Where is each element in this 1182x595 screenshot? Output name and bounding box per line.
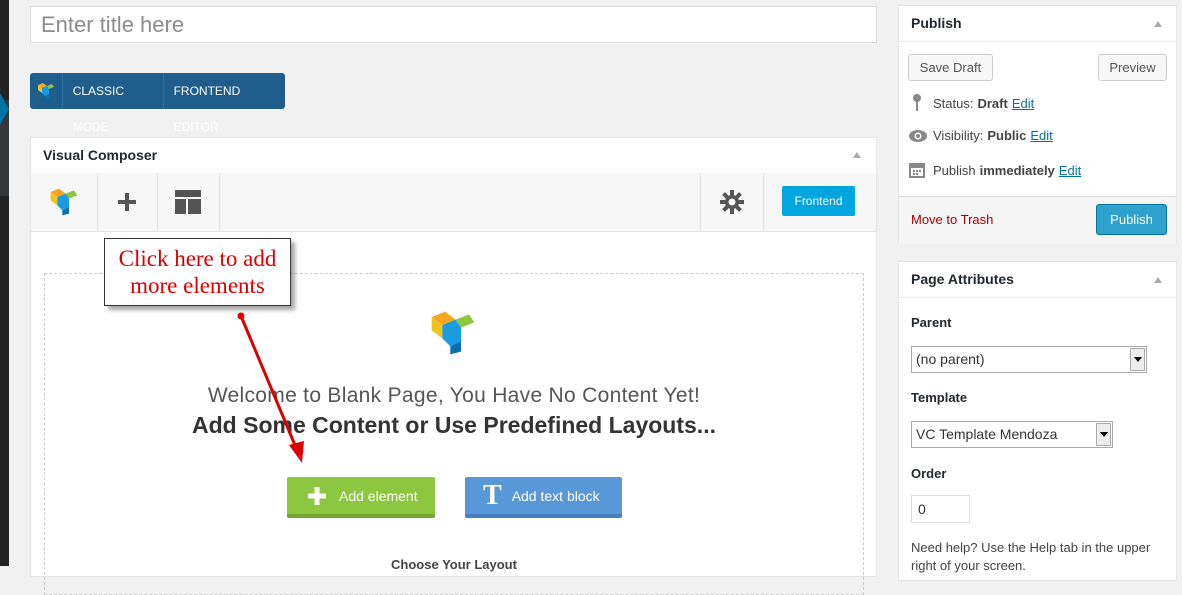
publish-collapse-toggle-icon[interactable] [1154,21,1162,27]
gear-icon [720,190,744,214]
classic-mode-button[interactable]: CLASSIC MODE [61,73,163,134]
vc-logo-icon [431,311,475,355]
vc-toolbar: Frontend [31,173,876,232]
publish-box: Publish Save Draft Preview Status: Draft… [898,5,1177,244]
callout-line-2: more elements [130,273,265,298]
layout-icon [175,190,201,214]
vc-empty-drop-area: Welcome to Blank Page, You Have No Conte… [44,273,864,595]
welcome-subheading: Add Some Content or Use Predefined Layou… [192,412,716,438]
templates-toolbar-button[interactable] [157,173,220,231]
parent-label: Parent [911,315,952,330]
visual-composer-box: Visual Composer Frontend Welcome to Blan… [30,137,877,595]
status-row: Status: Draft Edit [909,94,1034,112]
vc-logo-button[interactable] [31,173,98,231]
vc-box-header: Visual Composer [31,138,876,174]
publish-date-edit-link[interactable]: Edit [1059,163,1081,178]
publish-box-header: Publish [899,6,1176,42]
choose-layout-heading: Choose Your Layout [391,557,517,572]
vc-collapse-toggle-icon[interactable] [853,152,861,158]
frontend-editor-button[interactable]: FRONTEND EDITOR [162,73,285,134]
parent-select[interactable]: (no parent) [911,346,1147,373]
add-element-label: Add element [339,487,418,504]
add-text-block-button[interactable]: T Add text block [465,477,622,518]
welcome-heading: Welcome to Blank Page, You Have No Conte… [207,384,701,407]
move-to-trash-link[interactable]: Move to Trash [911,212,993,227]
callout-arrow [237,312,304,463]
page-attributes-header: Page Attributes [899,262,1176,298]
vc-logo-icon [30,73,62,109]
calendar-icon [909,163,925,178]
add-element-button[interactable]: Add element [287,477,435,518]
pin-icon [913,94,921,111]
settings-toolbar-button[interactable] [700,173,764,231]
page-attributes-title: Page Attributes [911,271,1014,287]
page-attributes-collapse-toggle-icon[interactable] [1154,277,1162,283]
visibility-edit-link[interactable]: Edit [1030,128,1052,143]
plus-icon [308,486,326,505]
preview-button[interactable]: Preview [1098,54,1167,81]
save-draft-button[interactable]: Save Draft [908,54,993,81]
page-attributes-box: Page Attributes Parent (no parent) Templ… [898,261,1177,581]
chevron-down-icon [1130,348,1145,371]
chevron-down-icon [1096,423,1111,446]
text-icon: T [483,479,502,511]
status-edit-link[interactable]: Edit [1012,96,1034,111]
template-select[interactable]: VC Template Mendoza [911,421,1113,448]
add-element-toolbar-button[interactable] [97,173,158,231]
admin-menu-current-arrow [0,93,9,125]
callout-annotation: Click here to add more elements [104,238,291,306]
template-label: Template [911,390,968,405]
frontend-button[interactable]: Frontend [782,186,855,216]
visibility-row: Visibility: Public Edit [909,128,1053,143]
admin-menu-strip [0,0,9,566]
publish-box-title: Publish [911,15,962,31]
eye-icon [909,129,927,142]
callout-line-1: Click here to add [118,246,277,271]
editor-mode-bar: CLASSIC MODE FRONTEND EDITOR [30,73,285,134]
publish-date-row: Publish immediately Edit [909,162,1081,178]
plus-icon [118,193,136,211]
help-text: Need help? Use the Help tab in the upper… [911,540,1151,573]
publish-button[interactable]: Publish [1096,204,1167,235]
title-input[interactable] [30,6,877,43]
vc-box-title: Visual Composer [43,147,158,163]
order-input[interactable] [911,495,970,523]
order-label: Order [911,466,947,481]
vc-logo-icon [50,188,78,216]
add-text-block-label: Add text block [511,487,600,504]
